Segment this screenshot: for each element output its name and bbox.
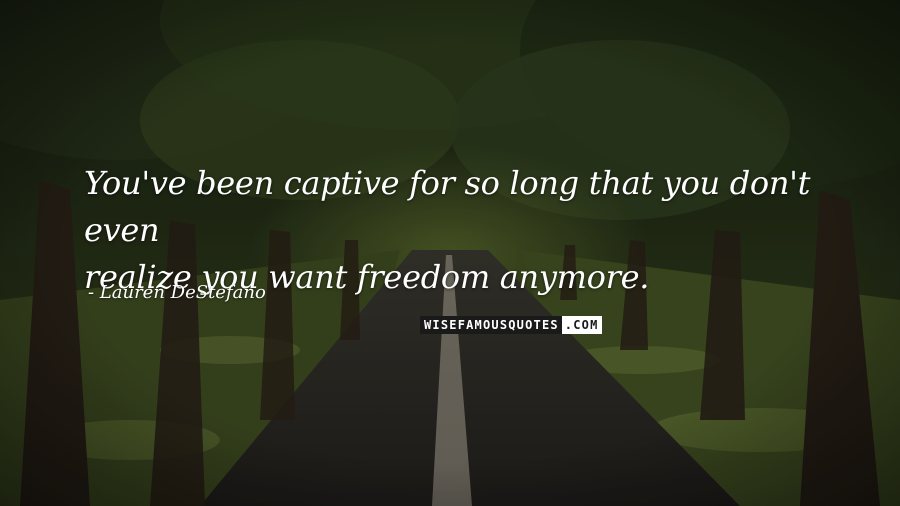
watermark-main: WISEFAMOUSQUOTES — [420, 316, 562, 334]
quote-image: You've been captive for so long that you… — [0, 0, 900, 506]
quote-line-1: You've been captive for so long that you… — [84, 164, 811, 249]
quote-text: You've been captive for so long that you… — [84, 160, 844, 301]
quote-author: - Lauren DeStefano — [88, 282, 266, 303]
wisefamousquotes-watermark: WISEFAMOUSQUOTES .COM — [420, 316, 602, 334]
watermark-tld: .COM — [561, 316, 602, 334]
